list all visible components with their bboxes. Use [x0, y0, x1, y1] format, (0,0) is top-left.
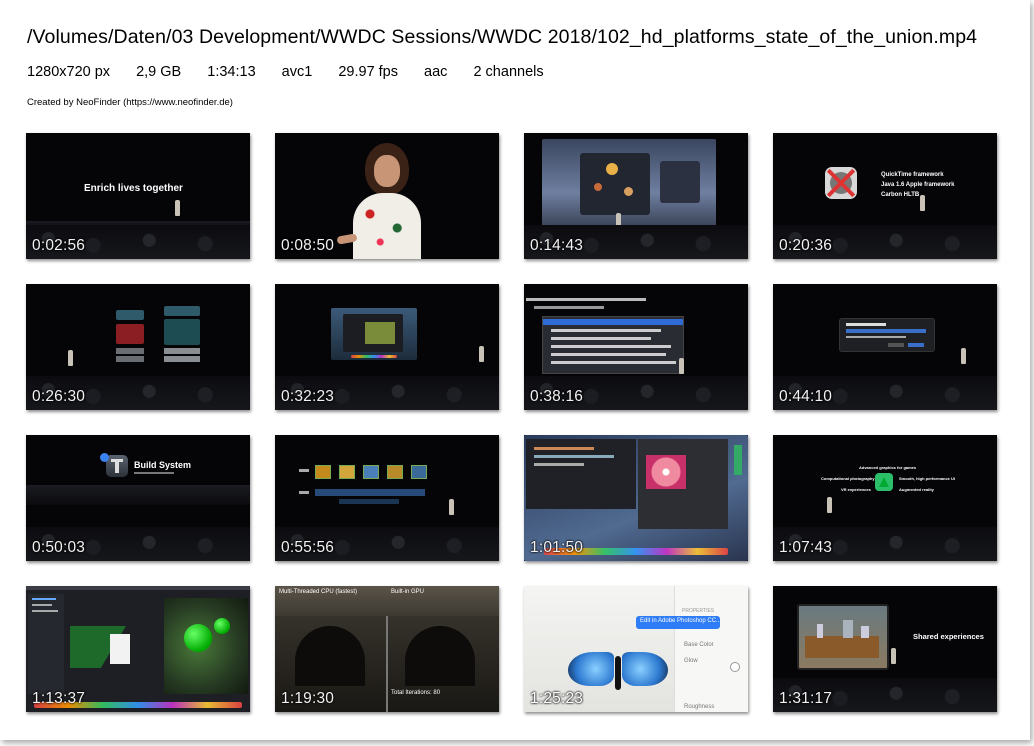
thumbnail[interactable]: Advanced graphics for games Computationa…	[773, 435, 997, 561]
thumbnail[interactable]: 1:01:50	[524, 435, 748, 561]
file-size: 2,9 GB	[136, 64, 182, 80]
thumbnail[interactable]: 0:44:10	[773, 284, 997, 410]
thumbnail[interactable]: Build System 0:50:03	[26, 435, 250, 561]
timestamp: 1:13:37	[32, 690, 86, 707]
presenter	[68, 350, 73, 366]
butterfly-image	[568, 652, 668, 692]
popup-label: Edit in Adobe Photoshop CC...	[640, 618, 722, 624]
ar-ipad-screen	[797, 604, 889, 670]
dialog-slide	[839, 318, 935, 352]
audio-codec: aac	[424, 64, 448, 80]
thumbnail[interactable]: Multi-Threaded CPU (fastest) Built-in GP…	[275, 586, 499, 712]
thumbnail-grid: Enrich lives together 0:02:56 0:08:50 0:…	[26, 133, 997, 712]
video-codec: avc1	[281, 64, 313, 80]
audio-channels: 2 channels	[473, 64, 544, 80]
slider-knob[interactable]	[730, 662, 740, 672]
timestamp: 0:02:56	[32, 237, 86, 254]
contact-sheet: /Volumes/Daten/03 Development/WWDC Sessi…	[0, 0, 1030, 740]
timestamp: 1:01:50	[530, 539, 584, 556]
presenter-closeup	[336, 143, 427, 259]
properties-header: PROPERTIES	[682, 608, 715, 614]
stage	[26, 485, 250, 505]
app-block-diagram	[116, 306, 216, 366]
timestamp: 0:44:10	[779, 388, 833, 405]
flower-image	[646, 455, 686, 489]
slide-line: VR experiences	[841, 487, 871, 492]
build-system-icon	[106, 455, 128, 477]
slide-lines: QuickTime framework Java 1.6 Apple frame…	[881, 170, 954, 200]
slide-line: QuickTime framework	[881, 172, 944, 178]
thumbnail[interactable]: QuickTime framework Java 1.6 Apple frame…	[773, 133, 997, 259]
presenter	[479, 346, 484, 362]
timestamp: 0:38:16	[530, 388, 584, 405]
slide-line: Carbon HLTB	[881, 192, 920, 198]
presenter	[175, 200, 180, 216]
timestamp: 0:50:03	[32, 539, 86, 556]
timestamp: 1:25:23	[530, 690, 584, 707]
slide-line: Advanced graphics for games	[859, 465, 917, 470]
slide-line: Augmented reality	[899, 487, 934, 492]
thumbnail[interactable]: 0:14:43	[524, 133, 748, 259]
presenter	[891, 648, 896, 664]
timestamp: 1:19:30	[281, 690, 335, 707]
timestamp: 0:08:50	[281, 237, 335, 254]
deprecated-icon	[825, 167, 857, 199]
render-label: Built-in GPU	[391, 589, 425, 595]
thumbnail[interactable]: 0:32:23	[275, 284, 499, 410]
presenter	[920, 195, 925, 211]
thumbnail[interactable]: 0:26:30	[26, 284, 250, 410]
presenter	[449, 499, 454, 515]
render-label: Total Iterations: 80	[391, 690, 441, 696]
scene-render	[164, 598, 248, 694]
presenter	[961, 348, 966, 364]
frame-rate: 29.97 fps	[338, 64, 399, 80]
thumbnail[interactable]: Edit in Adobe Photoshop CC... PROPERTIES…	[524, 586, 748, 712]
credit-line: Created by NeoFinder (https://www.neofin…	[27, 97, 233, 108]
presenter	[679, 358, 684, 374]
edit-in-photoshop-popup[interactable]: Edit in Adobe Photoshop CC...	[636, 616, 722, 629]
slide-line: Smooth, high performance UI	[899, 476, 956, 481]
thumbnail[interactable]: 0:38:16	[524, 284, 748, 410]
presenter	[827, 497, 832, 513]
property-label: Roughness	[684, 704, 715, 710]
thumbnail[interactable]: Enrich lives together 0:02:56	[26, 133, 250, 259]
video-metadata: 1280x720 px 2,9 GB 1:34:13 avc1 29.97 fp…	[27, 64, 566, 80]
timestamp: 0:14:43	[530, 237, 584, 254]
macos-desktop-screen	[542, 139, 716, 237]
cpu-gpu-diagram	[299, 465, 439, 509]
thumbnail[interactable]: 0:55:56	[275, 435, 499, 561]
thumbnail[interactable]: 0:08:50	[275, 133, 499, 259]
slide-caption: Build System	[134, 460, 192, 470]
render-label: Multi-Threaded CPU (fastest)	[279, 589, 358, 595]
metal-icon	[875, 473, 893, 491]
thumbnail[interactable]: Shared experiences 1:31:17	[773, 586, 997, 712]
timestamp: 0:55:56	[281, 539, 335, 556]
file-path: /Volumes/Daten/03 Development/WWDC Sessi…	[27, 26, 978, 48]
thumbnail[interactable]: 1:13:37	[26, 586, 250, 712]
property-label: Base Color	[684, 642, 714, 648]
property-label: Glow	[684, 658, 698, 664]
timestamp: 1:31:17	[779, 690, 833, 707]
timestamp: 0:20:36	[779, 237, 833, 254]
slide-line: Java 1.6 Apple framework	[881, 182, 955, 188]
timestamp: 0:26:30	[32, 388, 86, 405]
dark-mode-screen	[331, 308, 417, 360]
slide-line: Computational photography	[821, 476, 875, 481]
timestamp: 1:07:43	[779, 539, 833, 556]
timestamp: 0:32:23	[281, 388, 335, 405]
slide-caption: Enrich lives together	[84, 183, 183, 194]
code-completion-slide	[524, 298, 704, 374]
resolution: 1280x720 px	[27, 64, 111, 80]
slide-caption: Shared experiences	[913, 632, 984, 641]
duration: 1:34:13	[207, 64, 256, 80]
